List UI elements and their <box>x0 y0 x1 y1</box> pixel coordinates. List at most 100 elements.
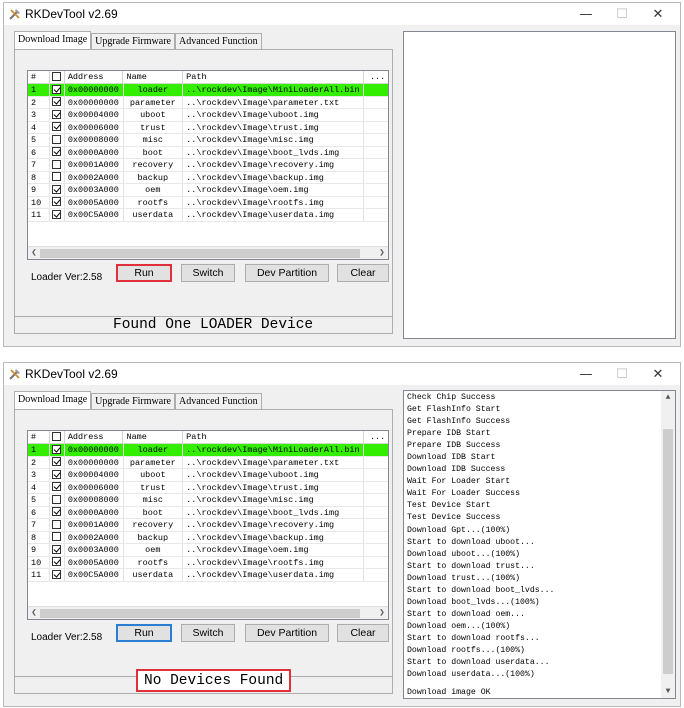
row-path[interactable]: ..\rockdev\Image\misc.img <box>183 494 365 506</box>
header-index[interactable]: # <box>28 431 50 443</box>
table-row[interactable]: 5 0x00008000 misc ..\rockdev\Image\misc.img <box>28 134 388 147</box>
row-browse[interactable] <box>364 482 388 494</box>
row-checkbox[interactable] <box>51 97 61 107</box>
row-checkbox-cell[interactable] <box>50 196 65 208</box>
header-select-all[interactable] <box>50 71 65 83</box>
header-path[interactable]: Path <box>183 71 365 83</box>
row-checkbox-cell[interactable] <box>50 481 65 493</box>
table-row[interactable]: 10 0x0005A000 rootfs ..\rockdev\Image\rootf… <box>28 196 388 209</box>
row-checkbox[interactable] <box>51 569 61 579</box>
row-checkbox-cell[interactable] <box>50 121 65 133</box>
switch-button[interactable]: Switch <box>181 624 235 642</box>
table-row[interactable]: 6 0x0000A000 boot ..\rockdev\Image\boot_lvd… <box>28 506 388 519</box>
row-path[interactable]: ..\rockdev\Image\MiniLoaderAll.bin <box>183 84 365 96</box>
log-output[interactable] <box>403 31 676 339</box>
row-checkbox[interactable] <box>51 147 61 157</box>
table-row[interactable]: 7 0x0001A000 recovery ..\rockdev\Image\reco… <box>28 159 388 172</box>
row-browse[interactable] <box>364 569 388 581</box>
table-row[interactable]: 8 0x0002A000 backup ..\rockdev\Image\backup… <box>28 531 388 544</box>
row-path[interactable]: ..\rockdev\Image\uboot.img <box>183 109 365 121</box>
row-path[interactable]: ..\rockdev\Image\boot_lvds.img <box>183 506 365 518</box>
header-browse[interactable]: ... <box>364 71 388 83</box>
row-path[interactable]: ..\rockdev\Image\trust.img <box>183 481 365 493</box>
row-path[interactable]: ..\rockdev\Image\uboot.img <box>183 469 365 481</box>
table-row[interactable]: 11 0x00C5A000 userdata ..\rockdev\Image\use… <box>28 209 388 222</box>
scroll-right-icon[interactable]: ❯ <box>376 607 388 619</box>
select-all-checkbox[interactable] <box>51 71 61 81</box>
row-browse[interactable] <box>364 122 388 134</box>
row-browse[interactable] <box>364 507 388 519</box>
row-checkbox-cell[interactable] <box>50 456 65 468</box>
row-browse[interactable] <box>364 519 388 531</box>
clear-button[interactable]: Clear <box>337 624 389 642</box>
scroll-thumb[interactable] <box>663 429 673 674</box>
row-path[interactable]: ..\rockdev\Image\parameter.txt <box>183 96 365 108</box>
row-checkbox[interactable] <box>51 494 61 504</box>
header-index[interactable]: # <box>28 71 50 83</box>
header-address[interactable]: Address <box>65 431 124 443</box>
header-select-all[interactable] <box>50 431 65 443</box>
table-row[interactable]: 11 0x00C5A000 userdata ..\rockdev\Image\use… <box>28 569 388 582</box>
maximize-button[interactable]: ☐ <box>604 363 640 385</box>
row-path[interactable]: ..\rockdev\Image\MiniLoaderAll.bin <box>183 444 365 456</box>
row-path[interactable]: ..\rockdev\Image\backup.img <box>183 531 365 543</box>
switch-button[interactable]: Switch <box>181 264 235 282</box>
row-checkbox[interactable] <box>51 519 61 529</box>
row-browse[interactable] <box>364 84 388 96</box>
row-checkbox[interactable] <box>51 122 61 132</box>
row-browse[interactable] <box>364 444 388 456</box>
header-name[interactable]: Name <box>123 71 184 83</box>
row-path[interactable]: ..\rockdev\Image\boot_lvds.img <box>183 146 365 158</box>
row-checkbox[interactable] <box>51 184 61 194</box>
row-checkbox-cell[interactable] <box>50 209 65 221</box>
scroll-thumb[interactable] <box>40 249 360 258</box>
row-checkbox-cell[interactable] <box>50 184 65 196</box>
table-row[interactable]: 6 0x0000A000 boot ..\rockdev\Image\boot_lvd… <box>28 146 388 159</box>
row-browse[interactable] <box>364 209 388 221</box>
tab-upgrade-firmware[interactable]: Upgrade Firmware <box>91 393 175 409</box>
table-row[interactable]: 5 0x00008000 misc ..\rockdev\Image\misc.img <box>28 494 388 507</box>
minimize-button[interactable]: — <box>568 3 604 25</box>
row-checkbox[interactable] <box>51 544 61 554</box>
row-checkbox-cell[interactable] <box>50 556 65 568</box>
row-checkbox-cell[interactable] <box>50 96 65 108</box>
run-button[interactable]: Run <box>116 264 172 282</box>
dev-partition-button[interactable]: Dev Partition <box>245 624 329 642</box>
header-name[interactable]: Name <box>123 431 184 443</box>
log-output[interactable]: Check Chip Success Get FlashInfo Start Get… <box>403 390 676 699</box>
scroll-down-icon[interactable]: ▼ <box>661 687 675 696</box>
table-row[interactable]: 1 0x00000000 loader ..\rockdev\Image\MiniLo… <box>28 84 388 97</box>
row-browse[interactable] <box>364 147 388 159</box>
tab-upgrade-firmware[interactable]: Upgrade Firmware <box>91 33 175 49</box>
row-path[interactable]: ..\rockdev\Image\oem.img <box>183 544 365 556</box>
close-button[interactable]: ✕ <box>640 363 676 385</box>
close-button[interactable]: ✕ <box>640 3 676 25</box>
row-checkbox[interactable] <box>51 134 61 144</box>
row-browse[interactable] <box>364 457 388 469</box>
table-row[interactable]: 4 0x00006000 trust ..\rockdev\Image\trust.i… <box>28 481 388 494</box>
row-path[interactable]: ..\rockdev\Image\oem.img <box>183 184 365 196</box>
table-row[interactable]: 10 0x0005A000 rootfs ..\rockdev\Image\rootf… <box>28 556 388 569</box>
row-checkbox[interactable] <box>51 444 61 454</box>
maximize-button[interactable]: ☐ <box>604 3 640 25</box>
row-checkbox[interactable] <box>51 469 61 479</box>
scroll-right-icon[interactable]: ❯ <box>376 247 388 259</box>
row-browse[interactable] <box>364 184 388 196</box>
row-checkbox-cell[interactable] <box>50 109 65 121</box>
row-checkbox[interactable] <box>51 172 61 182</box>
clear-button[interactable]: Clear <box>337 264 389 282</box>
row-checkbox[interactable] <box>51 482 61 492</box>
row-checkbox[interactable] <box>51 84 61 94</box>
row-path[interactable]: ..\rockdev\Image\rootfs.img <box>183 556 365 568</box>
row-checkbox-cell[interactable] <box>50 84 65 96</box>
horizontal-scrollbar[interactable]: ❮ ❯ <box>28 246 388 259</box>
row-path[interactable]: ..\rockdev\Image\misc.img <box>183 134 365 146</box>
horizontal-scrollbar[interactable]: ❮ ❯ <box>28 606 388 619</box>
row-browse[interactable] <box>364 159 388 171</box>
row-checkbox[interactable] <box>51 507 61 517</box>
row-path[interactable]: ..\rockdev\Image\parameter.txt <box>183 456 365 468</box>
header-path[interactable]: Path <box>183 431 365 443</box>
row-checkbox[interactable] <box>51 159 61 169</box>
vertical-scrollbar[interactable]: ▲ ▼ <box>661 391 675 698</box>
row-path[interactable]: ..\rockdev\Image\backup.img <box>183 171 365 183</box>
